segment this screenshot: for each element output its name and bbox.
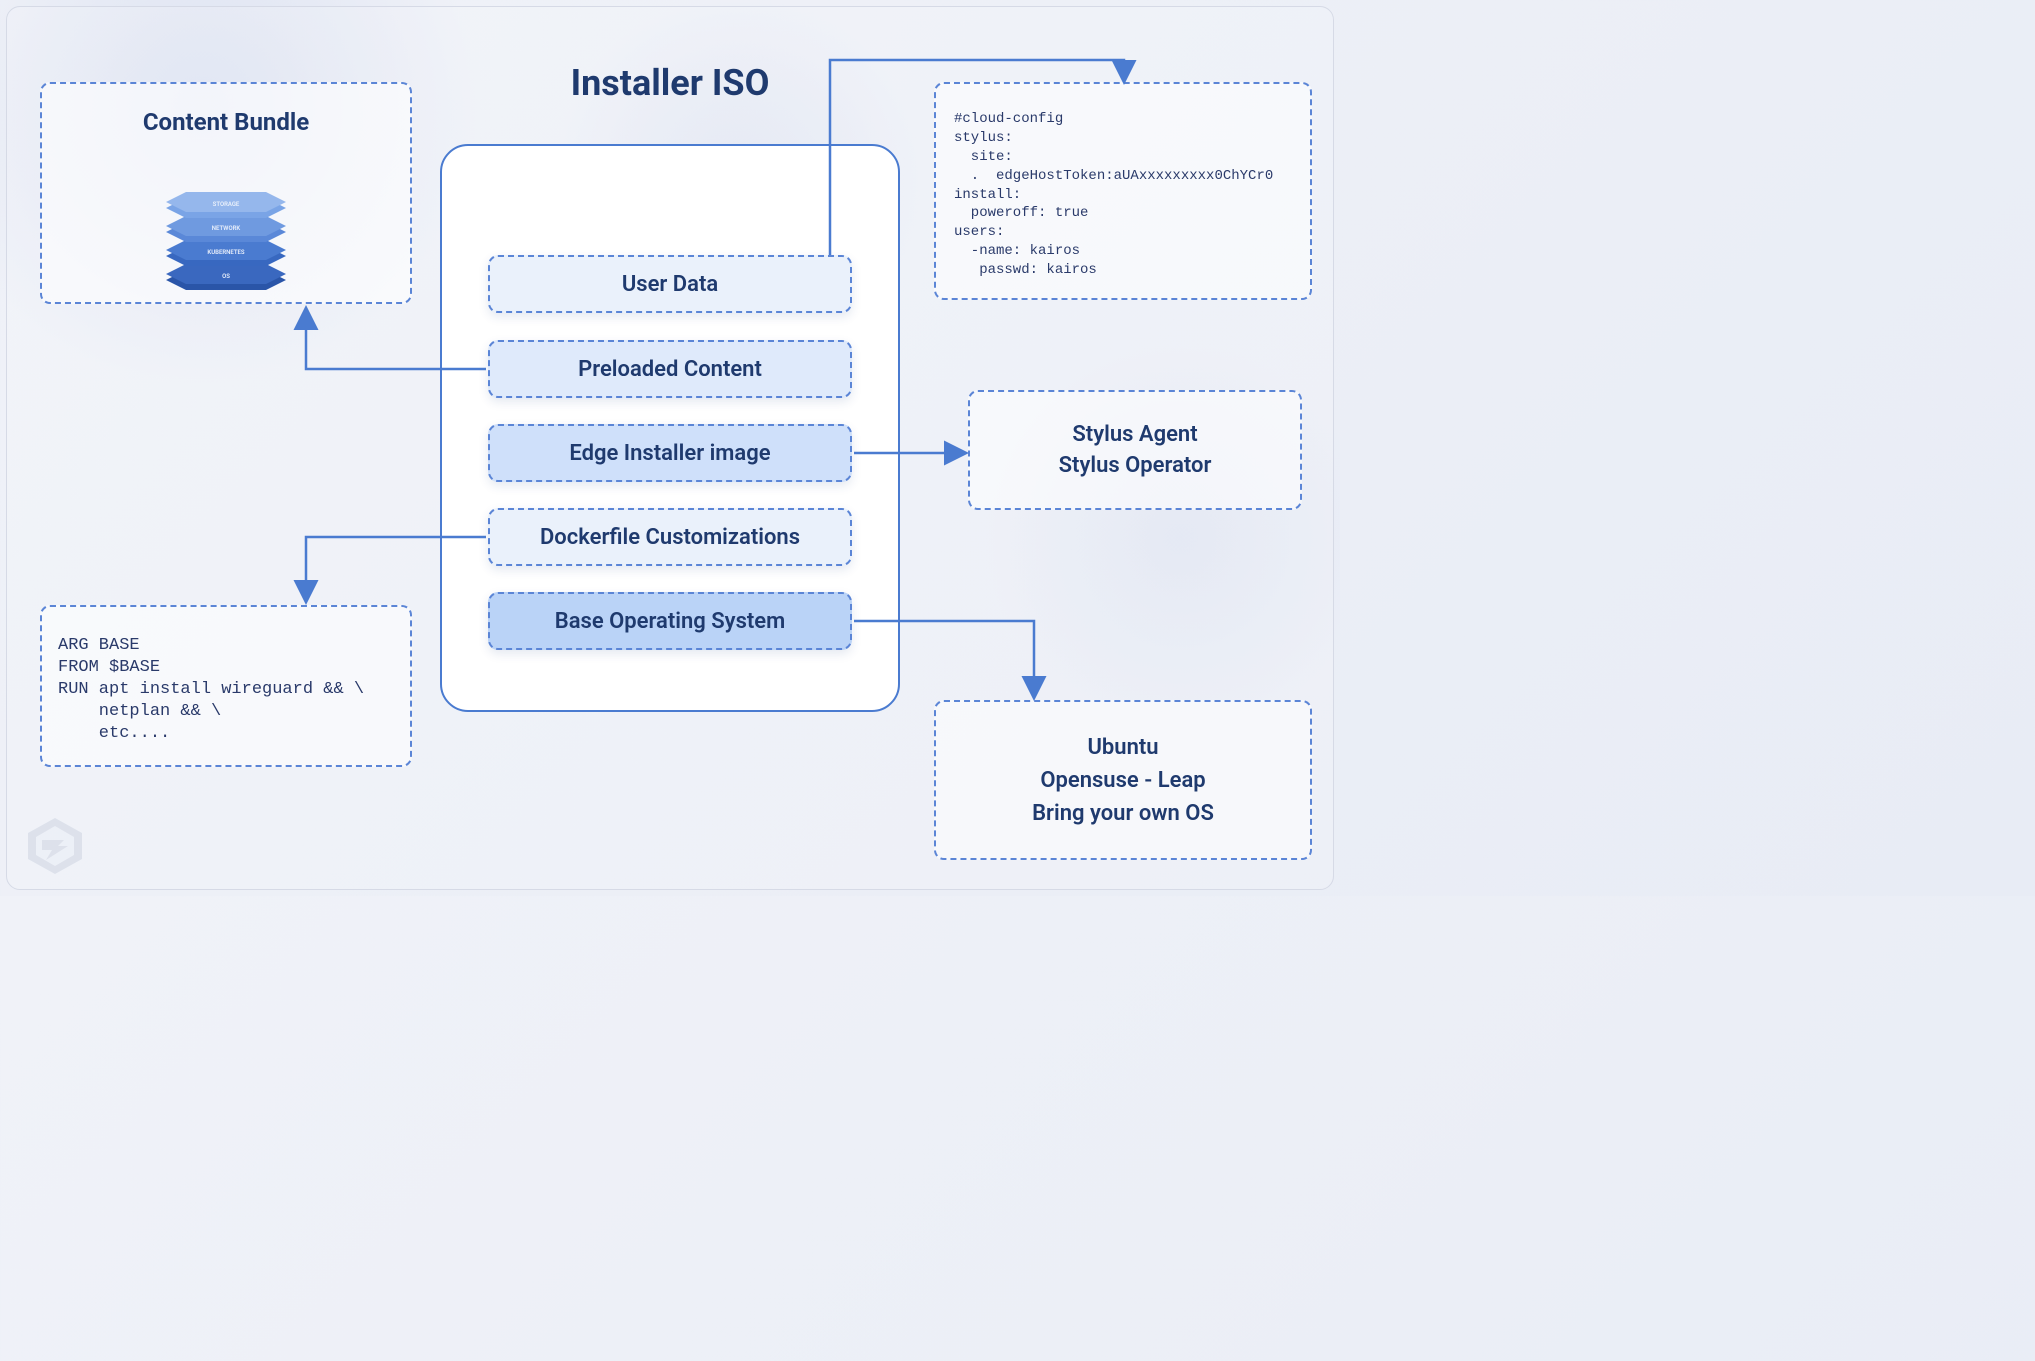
stylus-operator-label: Stylus Operator [1059,453,1212,478]
brand-logo-icon [20,816,90,876]
cloud-config-text: #cloud-config stylus: site: . edgeHostTo… [954,110,1292,280]
content-bundle-box: Content Bundle OS KUBERNETES NETWORK STO… [40,82,412,304]
stack-icon: OS KUBERNETES NETWORK STORAGE [146,174,306,304]
svg-text:KUBERNETES: KUBERNETES [207,249,245,256]
cloud-config-box: #cloud-config stylus: site: . edgeHostTo… [934,82,1312,300]
svg-text:NETWORK: NETWORK [212,225,241,232]
os-option-opensuse: Opensuse - Leap [1040,768,1205,793]
svg-text:STORAGE: STORAGE [213,201,240,208]
diagram-title: Installer ISO [440,62,900,104]
layer-base-os: Base Operating System [488,592,852,650]
svg-text:OS: OS [222,273,230,280]
os-option-ubuntu: Ubuntu [1087,735,1158,760]
layer-edge-installer: Edge Installer image [488,424,852,482]
layer-dockerfile-customizations: Dockerfile Customizations [488,508,852,566]
stylus-agent-label: Stylus Agent [1072,422,1197,447]
os-option-byo: Bring your own OS [1032,801,1214,826]
layer-user-data: User Data [488,255,852,313]
os-options-box: Ubuntu Opensuse - Leap Bring your own OS [934,700,1312,860]
dockerfile-text: ARG BASE FROM $BASE RUN apt install wire… [58,635,394,745]
stylus-box: Stylus Agent Stylus Operator [968,390,1302,510]
dockerfile-box: ARG BASE FROM $BASE RUN apt install wire… [40,605,412,767]
layer-preloaded-content: Preloaded Content [488,340,852,398]
content-bundle-title: Content Bundle [42,108,410,136]
